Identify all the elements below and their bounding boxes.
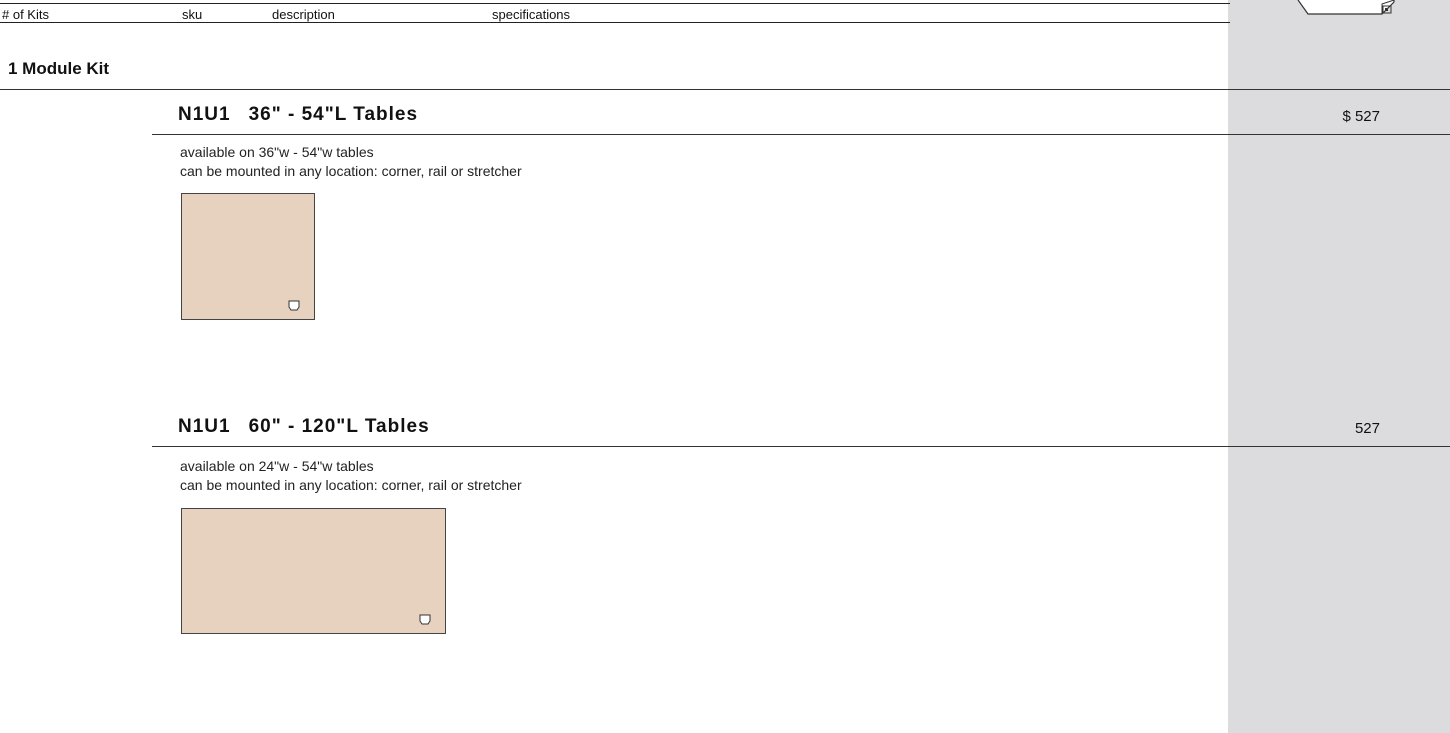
product-mounting: can be mounted in any location: corner, … — [180, 163, 522, 179]
section-divider — [0, 89, 1450, 90]
outlet-icon — [419, 614, 431, 625]
column-header-row: # of Kits sku description specifications — [0, 3, 1230, 23]
product-sku: N1U1 — [178, 416, 231, 437]
price-column-background — [1228, 0, 1450, 733]
product-availability: available on 24"w - 54"w tables — [180, 458, 374, 474]
product-divider — [152, 446, 1450, 447]
column-header-description: description — [272, 7, 335, 22]
product-price: 527 — [1354, 420, 1380, 437]
product-name: 60" - 120"L Tables — [248, 416, 430, 437]
column-header-specifications: specifications — [492, 7, 571, 22]
product-price: $ 527 — [1342, 108, 1380, 125]
column-header-sku: sku — [182, 7, 203, 22]
product-title: N1U1 60" - 120"L Tables — [178, 416, 430, 438]
table-diagram — [181, 508, 446, 634]
outlet-icon — [288, 300, 300, 311]
column-header-kits: # of Kits — [2, 7, 49, 22]
product-availability: available on 36"w - 54"w tables — [180, 144, 374, 160]
product-name: 36" - 54"L Tables — [248, 104, 419, 125]
product-sku: N1U1 — [178, 104, 231, 125]
product-mounting: can be mounted in any location: corner, … — [180, 477, 522, 493]
table-diagram — [181, 193, 315, 320]
product-divider — [152, 134, 1450, 135]
product-title: N1U1 36" - 54"L Tables — [178, 104, 418, 126]
section-title: 1 Module Kit — [8, 59, 110, 78]
power-unit-icon — [1297, 0, 1395, 15]
